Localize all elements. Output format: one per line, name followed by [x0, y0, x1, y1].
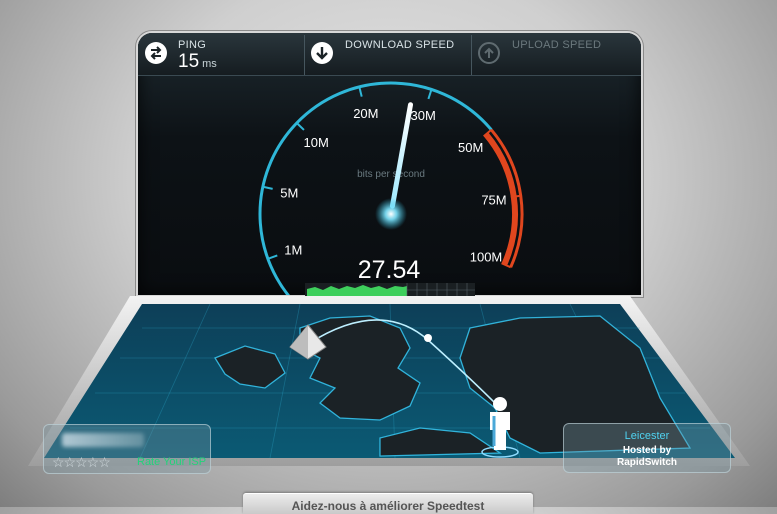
server-location-name[interactable]: Leicester	[564, 430, 730, 442]
server-location-marker-icon	[481, 397, 519, 458]
server-host-name: RapidSwitch	[616, 457, 677, 468]
speedtest-screen: PING 15 ms DOWNLOAD SPEED UPLOAD SPEED b…	[138, 33, 641, 295]
isp-rating-stars[interactable]: ☆☆☆☆☆	[52, 454, 111, 471]
feedback-banner-text: Aidez-nous à améliorer Speedtest	[291, 499, 485, 513]
gauge-unit-caption: bits per second	[357, 169, 425, 180]
gauge-scale-label: 5M	[280, 185, 298, 200]
speed-gauge: bits per second 01M5M10M20M30M50M75M100M…	[258, 81, 524, 295]
gauge-tick	[427, 89, 433, 100]
gauge-scale-label: 30M	[410, 108, 435, 123]
gauge-scale-label: 20M	[353, 106, 378, 121]
isp-rating-box: ☆☆☆☆☆ Rate Your ISP	[43, 424, 211, 474]
server-info-box: Leicester Hosted by RapidSwitch	[563, 423, 731, 473]
hosted-by-label: Hosted by	[622, 445, 672, 456]
gauge-tick	[296, 122, 305, 131]
feedback-banner-tab[interactable]: Aidez-nous à améliorer Speedtest	[243, 493, 533, 514]
rate-isp-link[interactable]: Rate Your ISP	[137, 456, 206, 468]
gauge-scale-label: 50M	[458, 140, 483, 155]
gauge-scale-label: 10M	[304, 135, 329, 150]
gauge-tick	[262, 185, 273, 190]
server-host-info: Hosted by RapidSwitch	[564, 445, 730, 469]
gauge-tick	[267, 254, 278, 260]
gauge-scale-label: 100M	[470, 249, 503, 264]
isp-name-blurred	[62, 433, 144, 447]
gauge-needle	[389, 102, 414, 209]
current-speed-value: 27.54	[358, 256, 421, 284]
user-location-marker	[289, 324, 327, 360]
gauge-scale-label: 75M	[481, 193, 506, 208]
gauge-scale-label: 1M	[284, 243, 302, 258]
gauge-tick	[510, 194, 521, 199]
gauge-hub	[375, 198, 407, 230]
gauge-tick	[358, 86, 363, 97]
